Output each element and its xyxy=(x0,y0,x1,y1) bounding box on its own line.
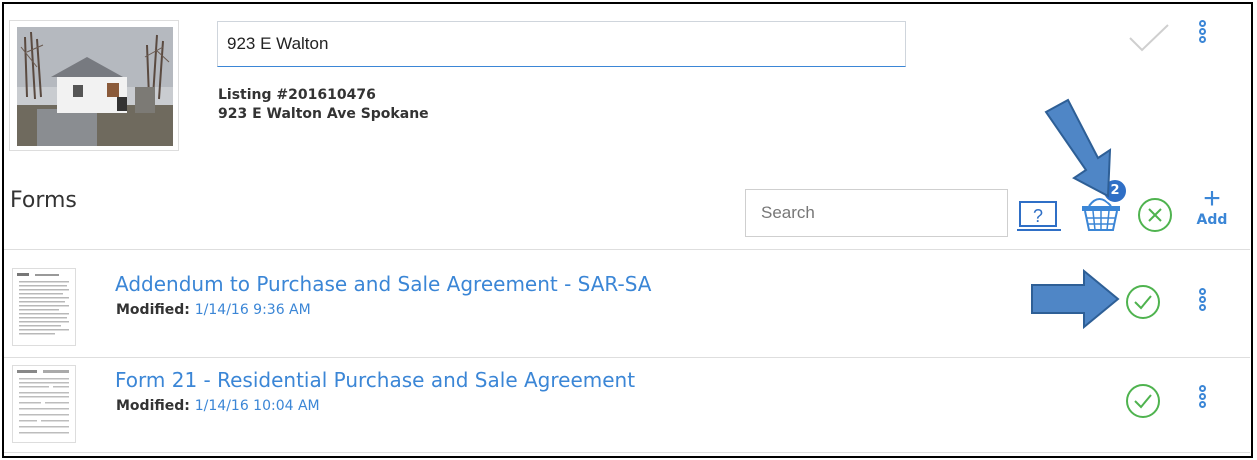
form-thumbnail[interactable] xyxy=(12,268,76,346)
form-modified: Modified: 1/14/16 10:04 AM xyxy=(116,398,320,414)
form-modified: Modified: 1/14/16 9:36 AM xyxy=(116,302,311,318)
listing-more-menu-icon[interactable] xyxy=(1199,20,1211,44)
listing-number: Listing #201610476 xyxy=(218,87,376,103)
help-label: ? xyxy=(1033,206,1043,226)
add-label: Add xyxy=(1196,212,1228,228)
plus-icon: + xyxy=(1203,182,1221,215)
modified-label: Modified: xyxy=(116,398,190,414)
form-more-menu-icon[interactable] xyxy=(1199,288,1211,312)
right-arrow-annotation-icon xyxy=(1031,269,1120,329)
form-thumbnail[interactable] xyxy=(12,365,76,443)
add-form-button[interactable]: + Add xyxy=(1194,182,1230,229)
listing-info: Listing #201610476 923 E Walton Ave Spok… xyxy=(218,86,429,124)
divider xyxy=(4,249,1250,250)
down-arrow-annotation-icon xyxy=(1044,98,1112,198)
forms-search-input[interactable] xyxy=(745,189,1008,237)
divider xyxy=(4,357,1250,358)
listing-check-icon[interactable] xyxy=(1128,23,1170,57)
listing-address: 923 E Walton Ave Spokane xyxy=(218,106,429,122)
modified-label: Modified: xyxy=(116,302,190,318)
forms-heading: Forms xyxy=(10,188,77,213)
form-complete-check-icon[interactable] xyxy=(1124,283,1162,325)
form-title-link[interactable]: Addendum to Purchase and Sale Agreement … xyxy=(115,272,651,296)
modified-date: 1/14/16 10:04 AM xyxy=(194,398,320,414)
modified-date: 1/14/16 9:36 AM xyxy=(194,302,311,318)
form-title-link[interactable]: Form 21 - Residential Purchase and Sale … xyxy=(115,368,635,392)
form-more-menu-icon[interactable] xyxy=(1199,385,1211,409)
help-icon[interactable]: ? xyxy=(1017,200,1061,236)
divider xyxy=(4,452,1250,453)
house-photo-image xyxy=(17,27,173,146)
property-photo[interactable] xyxy=(9,20,179,151)
form-complete-check-icon[interactable] xyxy=(1124,382,1162,424)
cancel-circle-icon[interactable] xyxy=(1136,196,1174,238)
address-input[interactable] xyxy=(217,21,906,67)
